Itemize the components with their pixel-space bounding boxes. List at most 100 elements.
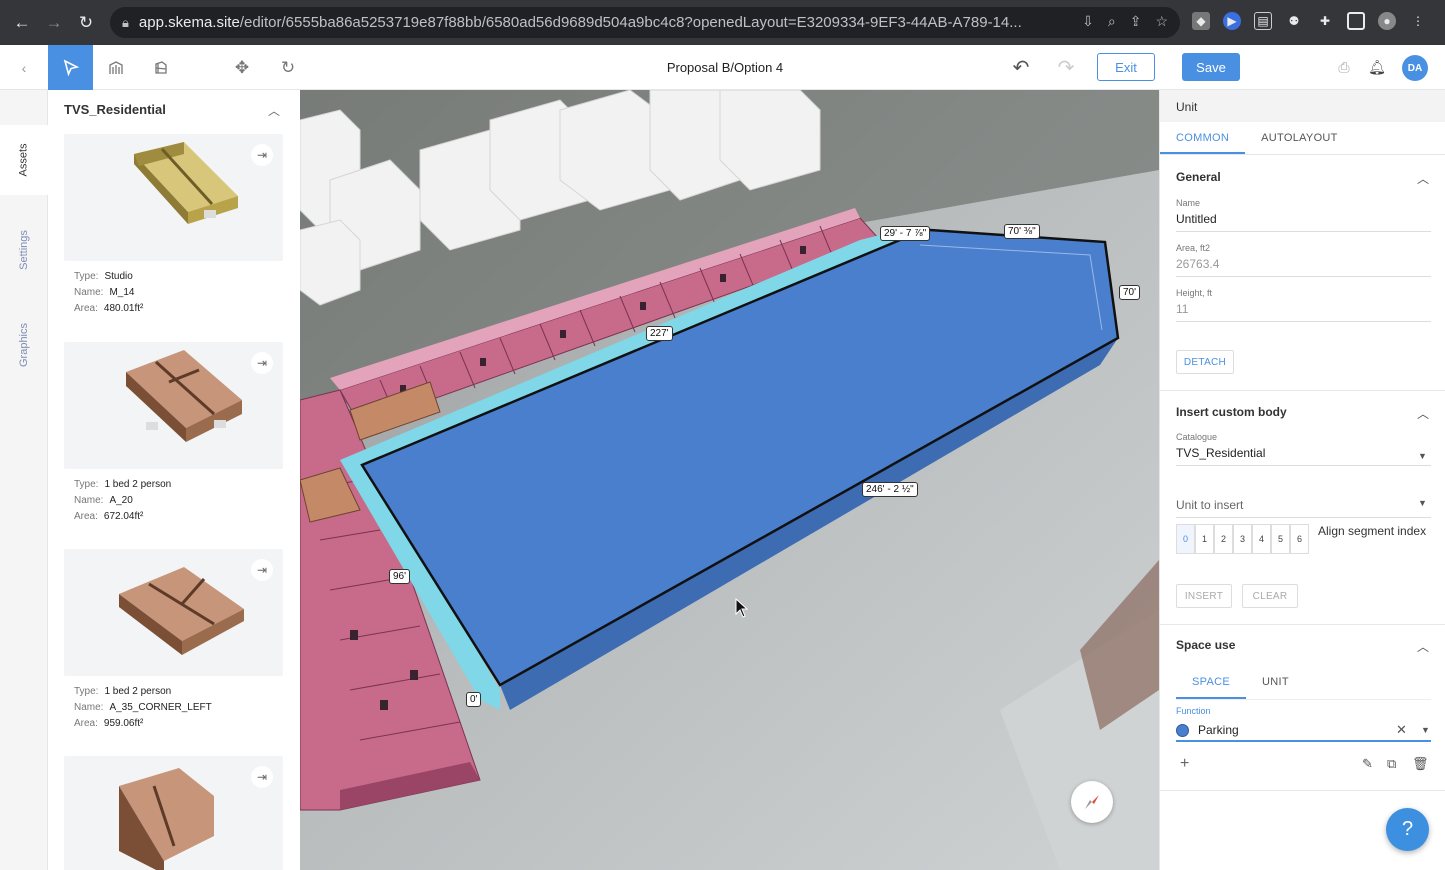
chevron-down-icon[interactable]: ▼ <box>1418 498 1427 508</box>
lock-icon: 🔒︎ <box>122 14 129 30</box>
unit-thumbnail: ⇥ <box>64 342 283 469</box>
screen-extension-icon[interactable]: ▤ <box>1254 12 1272 30</box>
tab-common[interactable]: COMMON <box>1160 122 1246 154</box>
people-extension-icon[interactable]: ⚉ <box>1285 12 1303 30</box>
assets-panel: TVS_Residential ︿ ⇥ Type: Studio Name: M_1… <box>48 90 300 870</box>
unit-thumbnail: ⇥ <box>64 549 283 676</box>
tab-graphics[interactable]: Graphics <box>0 310 48 380</box>
back-icon[interactable]: ← <box>12 13 32 33</box>
segment-option[interactable]: 2 <box>1214 524 1233 554</box>
unit-to-insert-select[interactable]: Unit to insert <box>1176 494 1431 518</box>
add-icon[interactable]: + <box>1180 755 1189 773</box>
forward-icon[interactable]: → <box>44 13 64 33</box>
insert-button[interactable]: INSERT <box>1176 584 1232 608</box>
chevron-up-icon[interactable]: ︿ <box>1417 170 1429 187</box>
page-title: Proposal B/Option 4 <box>666 60 784 75</box>
bell-icon[interactable]: 🔔︎ <box>1366 45 1388 90</box>
site-scene[interactable] <box>300 90 1159 870</box>
sidebar-icon[interactable] <box>1347 12 1365 30</box>
rotate-tool-icon[interactable]: ↻ <box>274 45 302 90</box>
asset-card[interactable]: ⇥ <box>64 756 283 870</box>
mouse-cursor-icon <box>735 598 749 618</box>
tab-unit[interactable]: UNIT <box>1246 670 1305 699</box>
chevron-up-icon[interactable]: ︿ <box>1417 638 1429 655</box>
floors-tool-icon[interactable] <box>138 45 183 90</box>
building-tool-icon[interactable] <box>93 45 138 90</box>
dimension-label: 227' <box>646 326 673 341</box>
dimension-label: 96' <box>389 569 411 584</box>
catalogue-select[interactable]: Catalogue TVS_Residential <box>1176 432 1431 466</box>
chevron-up-icon[interactable]: ︿ <box>1417 405 1429 422</box>
dimension-label: 29' - 7 ⅞" <box>880 226 931 241</box>
function-select[interactable]: Parking ✕ ▼ <box>1176 720 1431 742</box>
chevron-down-icon[interactable]: ▼ <box>1421 725 1430 735</box>
bookmark-star-icon[interactable]: ☆ <box>1155 13 1168 30</box>
share-icon[interactable]: ⇪ <box>1130 13 1142 30</box>
shield-extension-icon[interactable]: ◆ <box>1192 12 1210 30</box>
profile-icon[interactable]: ● <box>1378 12 1396 30</box>
collapse-left-icon[interactable]: ‹ <box>0 45 48 90</box>
edit-icon[interactable]: ✎ <box>1362 756 1373 772</box>
properties-panel: Unit COMMON AUTOLAYOUT General ︿ Name Un… <box>1159 90 1445 870</box>
play-extension-icon[interactable]: ▶ <box>1223 12 1241 30</box>
insert-asset-icon[interactable]: ⇥ <box>251 559 273 581</box>
detach-button[interactable]: DETACH <box>1176 350 1234 374</box>
space-use-section-title: Space use <box>1176 638 1236 652</box>
asset-card[interactable]: ⇥ Type: 1 bed 2 person Name: A_35_CORNER_L… <box>64 549 283 732</box>
segment-option[interactable]: 1 <box>1195 524 1214 554</box>
chevron-up-icon[interactable]: ︿ <box>268 102 280 119</box>
compass-icon[interactable] <box>1071 781 1113 823</box>
save-button[interactable]: Save <box>1182 53 1240 81</box>
avatar[interactable]: DA <box>1402 55 1428 81</box>
zoom-icon[interactable]: ⌕ <box>1108 13 1116 30</box>
panel-header: Unit <box>1160 90 1445 122</box>
dimension-label: 70' <box>1119 285 1141 300</box>
asset-card[interactable]: ⇥ Type: 1 bed 2 person Name: A_20 Area: 672… <box>64 342 283 525</box>
height-field[interactable]: Height, ft 11 <box>1176 288 1431 322</box>
segment-option[interactable]: 3 <box>1233 524 1252 554</box>
segment-option[interactable]: 5 <box>1271 524 1290 554</box>
address-bar[interactable]: 🔒︎ app.skema.site/editor/6555ba86a525371… <box>110 7 1180 38</box>
tab-assets[interactable]: Assets <box>0 125 48 195</box>
kebab-menu-icon[interactable]: ⋮ <box>1409 12 1427 30</box>
redo-icon[interactable]: ↷ <box>1053 45 1079 90</box>
function-label: Function <box>1176 706 1211 716</box>
segment-index-selector: 0 1 2 3 4 5 6 <box>1176 524 1309 554</box>
insert-asset-icon[interactable]: ⇥ <box>251 144 273 166</box>
segment-option[interactable]: 4 <box>1252 524 1271 554</box>
name-field[interactable]: Name Untitled <box>1176 198 1431 232</box>
tab-space[interactable]: SPACE <box>1176 670 1246 699</box>
exit-button[interactable]: Exit <box>1097 53 1155 81</box>
install-icon[interactable]: ⇩ <box>1082 13 1094 30</box>
app-toolbar: ‹ ✥ ↻ Proposal B/Option 4 ↶ ↷ Exit Save … <box>0 45 1445 90</box>
select-tool-icon[interactable] <box>48 45 93 90</box>
help-button[interactable]: ? <box>1386 808 1429 851</box>
clear-icon[interactable]: ✕ <box>1396 722 1407 738</box>
dimension-label: 70' ⅜" <box>1004 224 1040 239</box>
general-section-title: General <box>1176 170 1221 184</box>
divider <box>1160 624 1445 625</box>
segment-option[interactable]: 0 <box>1176 524 1195 554</box>
insert-asset-icon[interactable]: ⇥ <box>251 352 273 374</box>
export-icon[interactable]: ⎙ <box>1333 45 1355 90</box>
reload-icon[interactable]: ↻ <box>76 13 96 33</box>
insert-asset-icon[interactable]: ⇥ <box>251 766 273 788</box>
area-field: Area, ft2 26763.4 <box>1176 243 1431 277</box>
copy-icon[interactable]: ⧉ <box>1387 756 1396 772</box>
tab-autolayout[interactable]: AUTOLAYOUT <box>1245 122 1354 154</box>
left-rail: Assets Settings Graphics <box>0 90 48 870</box>
align-segment-label: Align segment index <box>1318 524 1427 538</box>
puzzle-extension-icon[interactable]: ✚ <box>1316 12 1334 30</box>
segment-option[interactable]: 6 <box>1290 524 1309 554</box>
asset-meta: Type: Studio Name: M_14 Area: 480.01ft² <box>74 271 144 314</box>
function-value[interactable]: Parking <box>1198 723 1239 737</box>
clear-button[interactable]: CLEAR <box>1242 584 1298 608</box>
undo-icon[interactable]: ↶ <box>1008 45 1034 90</box>
asset-meta: Type: 1 bed 2 person Name: A_35_CORNER_LEF… <box>74 686 212 729</box>
tab-settings[interactable]: Settings <box>0 215 48 285</box>
3d-viewport[interactable]: 29' - 7 ⅞" 70' ⅜" 70' 227' 246' - 2 ½" 9… <box>300 90 1159 870</box>
chevron-down-icon[interactable]: ▼ <box>1418 451 1427 461</box>
asset-card[interactable]: ⇥ Type: Studio Name: M_14 Area: 480.01ft² <box>64 134 283 317</box>
move-tool-icon[interactable]: ✥ <box>228 45 256 90</box>
delete-icon[interactable]: 🗑︎ <box>1412 756 1429 772</box>
